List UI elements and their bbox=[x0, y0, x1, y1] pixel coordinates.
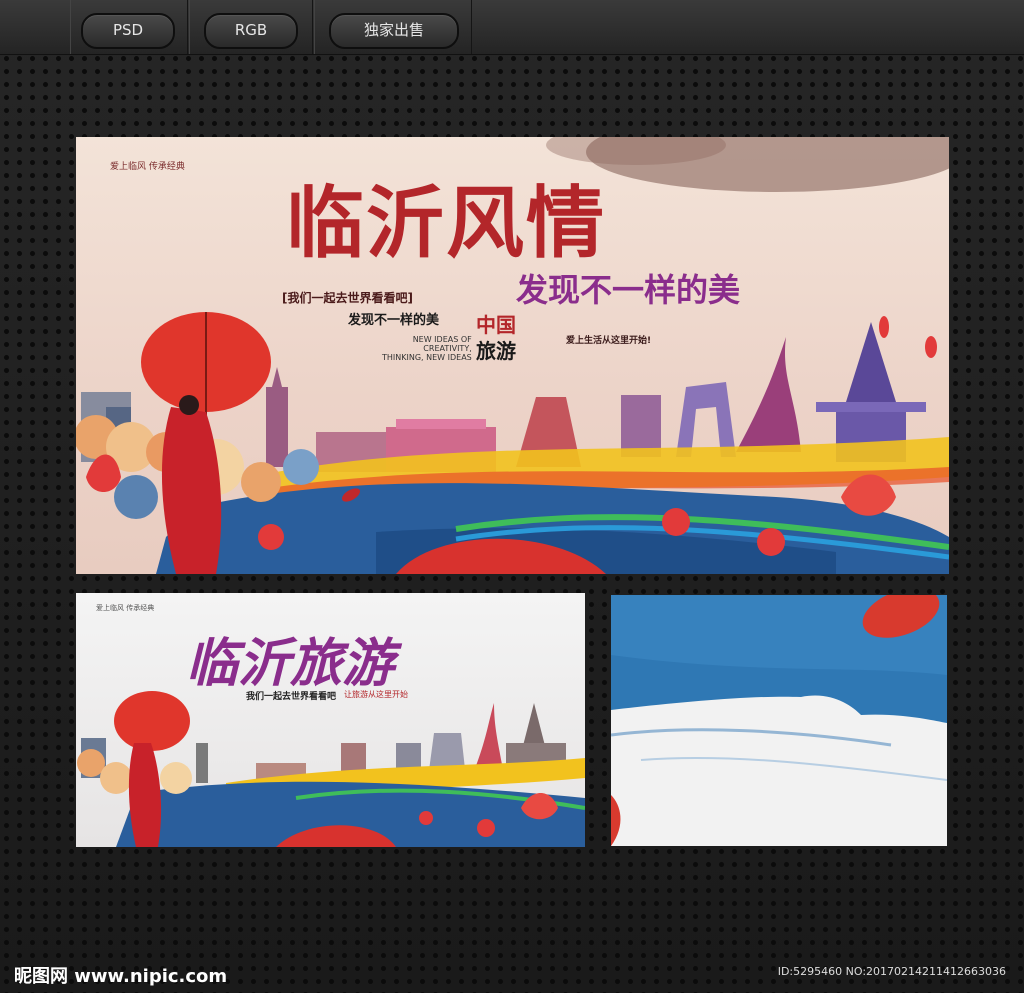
travel-label: 旅游 bbox=[476, 339, 516, 363]
side-text: 爱上生活从这里开始! bbox=[566, 336, 652, 346]
top-tagline: 爱上临风 传承经典 bbox=[96, 604, 155, 612]
english-line: CREATIVITY, bbox=[423, 344, 472, 353]
banner-slogan: [我们一起去世界看看吧] bbox=[282, 291, 413, 305]
china-label: 中国 bbox=[476, 313, 516, 337]
small-banner-side-text: 让旅游从这里开始 bbox=[344, 690, 408, 699]
banner-subtitle: 发现不一样的美 bbox=[516, 271, 741, 309]
english-line: THINKING, NEW IDEAS bbox=[382, 353, 472, 362]
rgb-tab-button[interactable]: RGB bbox=[204, 13, 298, 49]
image-id-text: ID:5295460 NO:20170214211412663036 bbox=[777, 965, 1006, 978]
exclusive-sale-tab-button[interactable]: 独家出售 bbox=[329, 13, 459, 49]
texture-detail-art bbox=[611, 595, 947, 846]
format-toolbar: PSD RGB 独家出售 bbox=[0, 0, 1024, 55]
site-watermark: 昵图网 www.nipic.com bbox=[14, 966, 228, 987]
tab-cell-exclusive: 独家出售 bbox=[314, 0, 472, 54]
english-line: NEW IDEAS OF bbox=[412, 335, 472, 344]
tab-cell-psd: PSD bbox=[70, 0, 188, 54]
main-banner-preview[interactable]: 爱上临风 传承经典 临沂风情 发现不一样的美 [我们一起去世界看看吧] 发现不一… bbox=[76, 137, 949, 574]
small-banner-slogan: 我们一起去世界看看吧 bbox=[246, 692, 337, 702]
english-tagline: NEW IDEAS OF CREATIVITY, THINKING, NEW I… bbox=[382, 335, 472, 362]
discover-text: 发现不一样的美 bbox=[348, 313, 440, 328]
small-banner-title: 临沂旅游 bbox=[186, 633, 395, 694]
tab-cell-rgb: RGB bbox=[189, 0, 313, 54]
banner-title: 临沂风情 bbox=[286, 178, 607, 269]
top-tagline: 爱上临风 传承经典 bbox=[110, 162, 185, 172]
small-banner-preview[interactable]: 爱上临风 传承经典 临沂旅游 我们一起去世界看看吧 让旅游从这里开始 bbox=[76, 593, 585, 847]
psd-tab-button[interactable]: PSD bbox=[81, 13, 175, 49]
texture-detail-preview[interactable] bbox=[611, 595, 947, 846]
